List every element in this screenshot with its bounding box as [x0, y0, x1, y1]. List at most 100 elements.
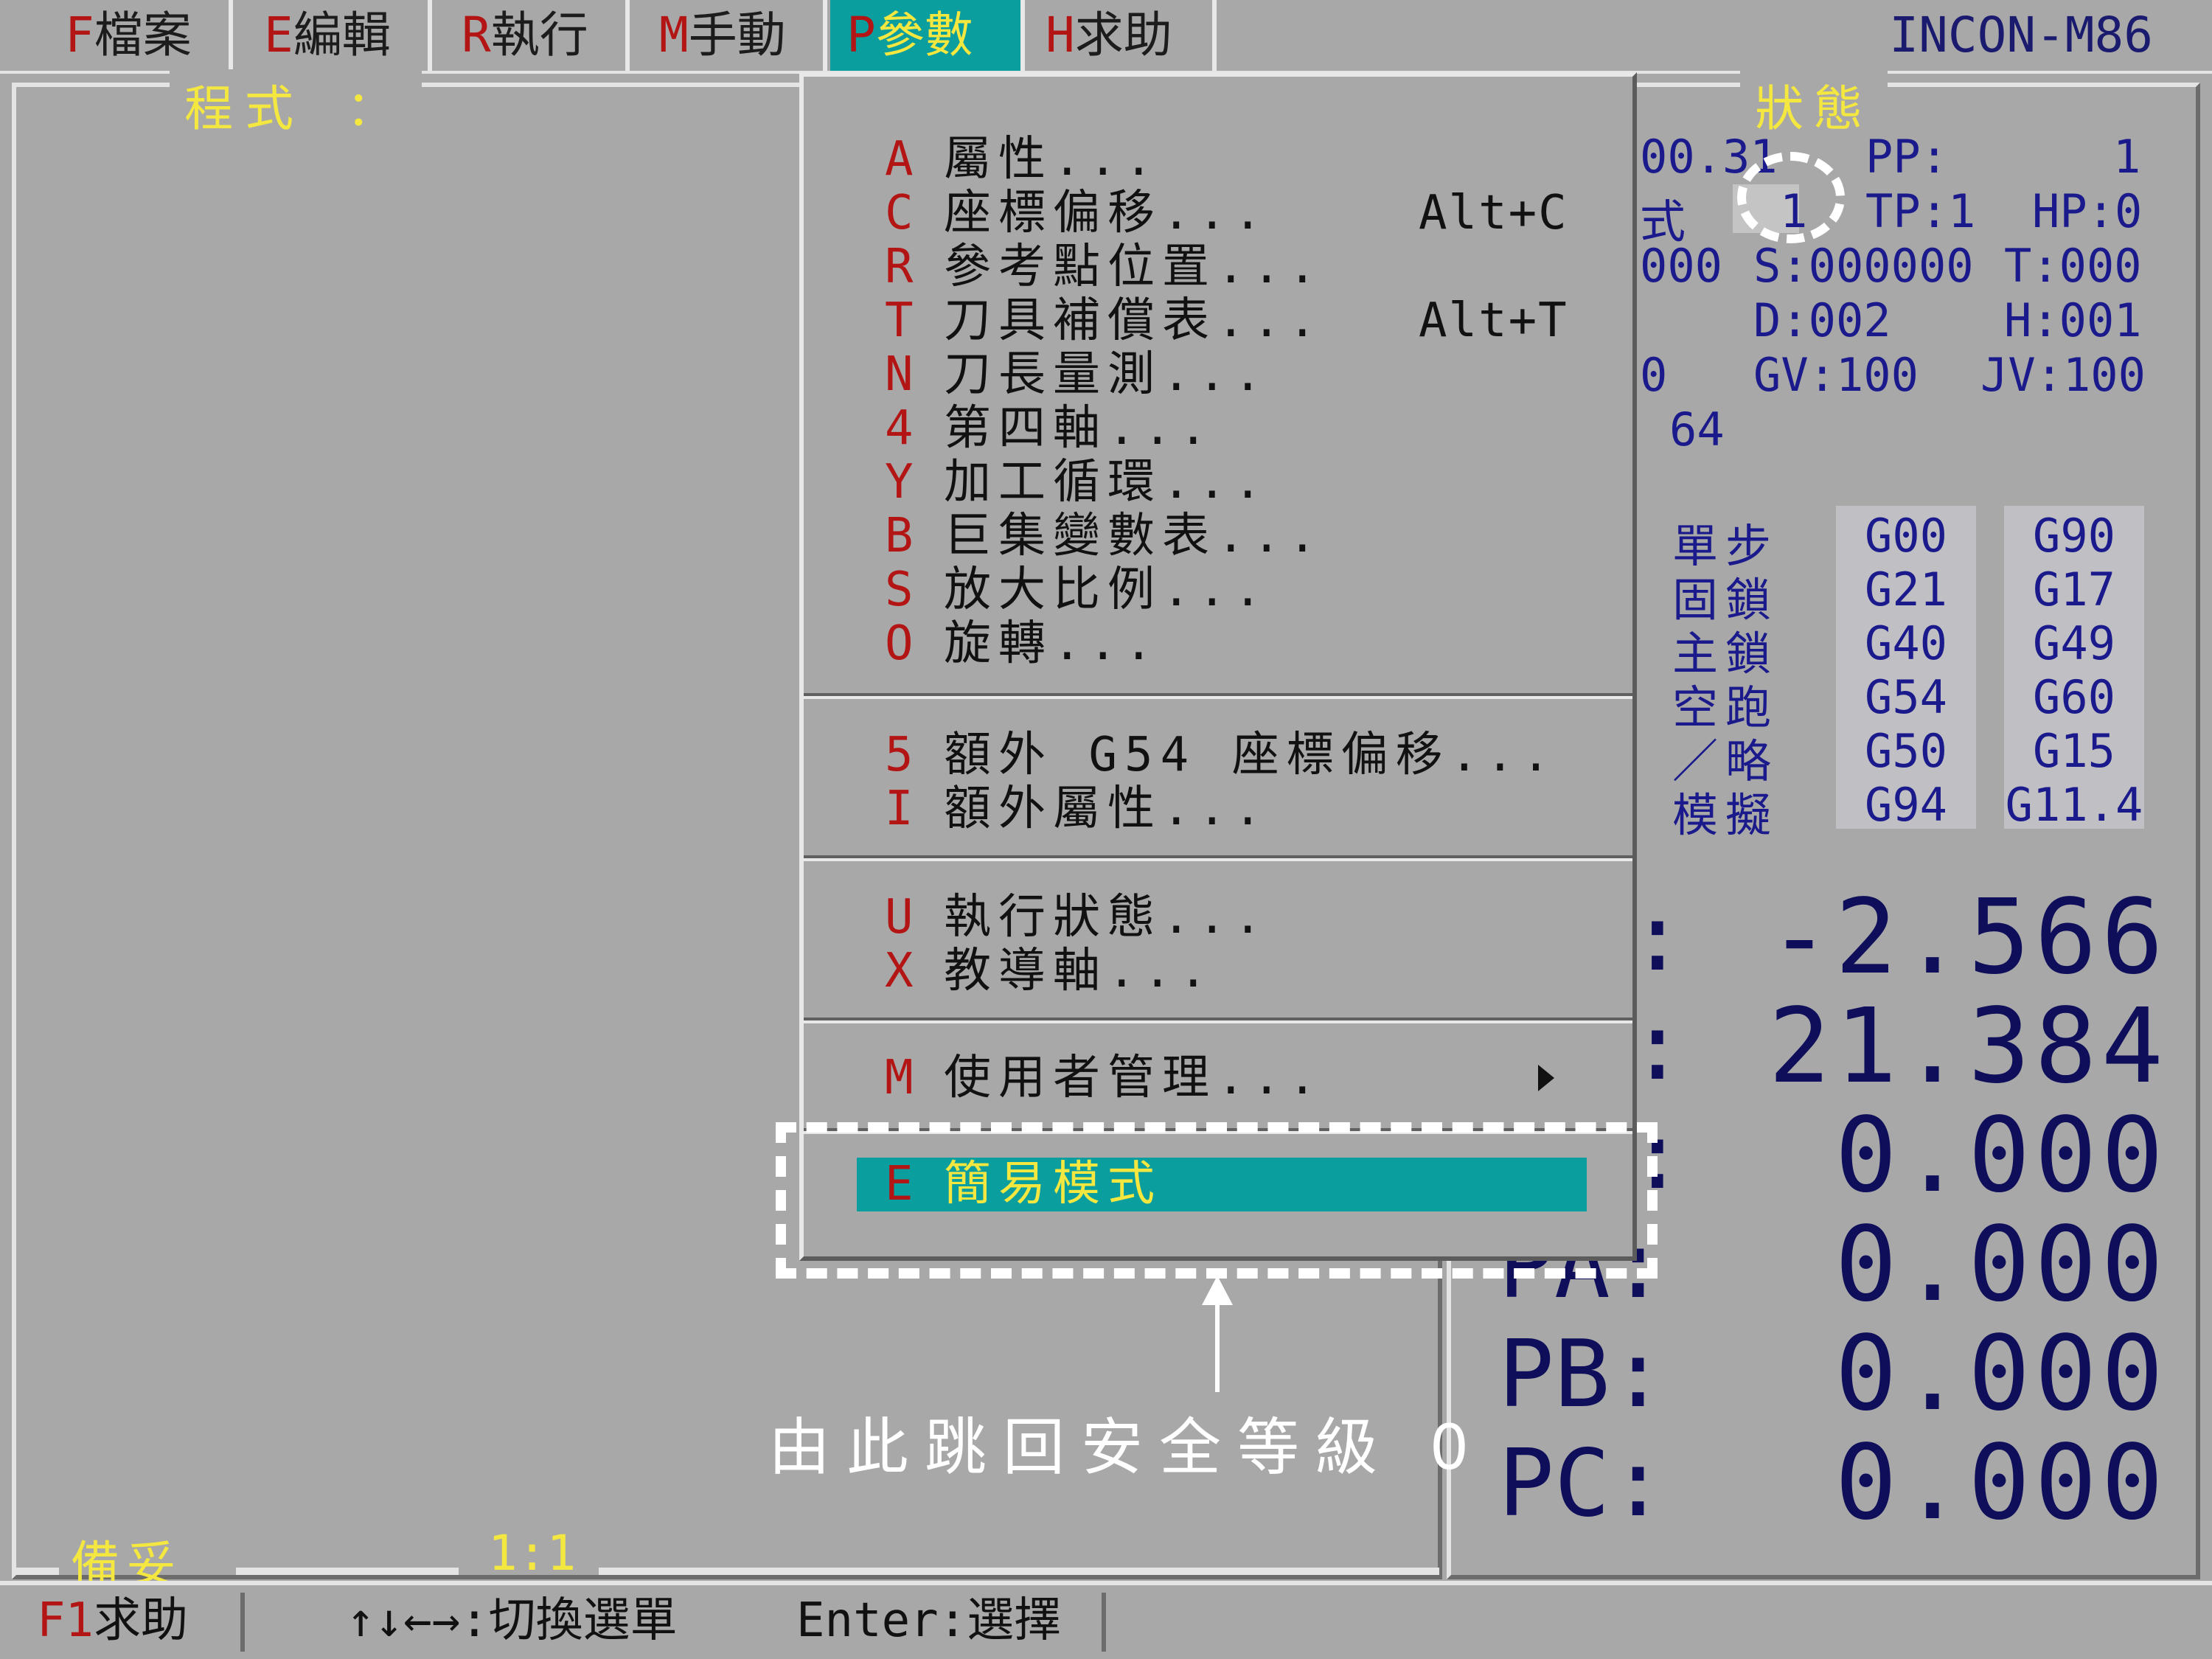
status-divider: [599, 1568, 1439, 1575]
hotkey: C: [885, 186, 914, 240]
menu-parameters-label: 參數: [875, 7, 973, 63]
menu-edit[interactable]: E編輯: [248, 0, 432, 71]
help-f1[interactable]: F1求助: [37, 1585, 188, 1656]
gcode-column-2: G90 G17 G49 G60 G15 G11.4: [2004, 506, 2144, 832]
submenu-arrow-icon: [1538, 1065, 1554, 1091]
status-tool: T:000: [2004, 239, 2142, 293]
hotkey: X: [885, 944, 914, 998]
gcode-value: G54: [1865, 670, 1947, 724]
hotkey: 4: [885, 401, 914, 456]
menu-item-label: 第四軸...: [944, 401, 1215, 456]
annotation-text: 由此跳回安全等級 0: [768, 1411, 1486, 1484]
menu-item-label: 放大比例...: [944, 563, 1270, 617]
status-pp-value: 1: [2113, 130, 2141, 184]
menu-item-label: 加工循環...: [944, 455, 1270, 509]
gcode-value: G60: [2033, 670, 2115, 724]
menu-item-label: 執行狀態...: [944, 890, 1270, 945]
gcode-value: G40: [1865, 616, 1947, 670]
status-h: H:001: [2004, 293, 2142, 347]
menu-help-label: 求助: [1074, 7, 1172, 63]
gcode-value: G90: [2033, 509, 2115, 563]
status-tp: TP:1: [1865, 184, 1976, 238]
annotation-arrow-line: [1215, 1299, 1220, 1392]
axis-value-pc: 0.000: [1834, 1423, 2168, 1543]
menu-item-coordinate-offset[interactable]: C 座標偏移... Alt+C: [804, 187, 1632, 240]
menu-item-fourth-axis[interactable]: 4 第四軸...: [804, 402, 1632, 456]
status-gv: GV:100: [1753, 348, 1919, 402]
menu-help[interactable]: H求助: [1029, 0, 1217, 71]
hotkey: B: [885, 509, 914, 563]
hotkey: 5: [885, 728, 914, 782]
help-enter: Enter:選擇: [796, 1593, 1062, 1648]
program-panel-label: 程式 ：: [170, 69, 422, 140]
menu-item-user-management[interactable]: M 使用者管理...: [804, 1051, 1632, 1105]
shortcut: Alt+T: [1419, 293, 1568, 348]
axis-value-pa: 0.000: [1834, 1205, 2168, 1325]
hotkey: Y: [885, 455, 914, 509]
menu-parameters[interactable]: P參數: [830, 0, 1025, 71]
f1-hotkey: F1: [37, 1593, 94, 1648]
menu-item-teach-axis[interactable]: X 教導軸...: [804, 945, 1632, 998]
hotkey: A: [885, 132, 914, 187]
axis-value-pb: 0.000: [1834, 1314, 2168, 1434]
gcode-value: G15: [2033, 724, 2115, 778]
menu-item-label: 座標偏移...: [944, 186, 1270, 240]
mode-simulate: 模擬: [1672, 788, 1779, 842]
menu-item-macro-variables[interactable]: B 巨集變數表...: [804, 509, 1632, 563]
menu-item-reference-point[interactable]: R 參考點位置...: [804, 240, 1632, 294]
axis-label-pb: PB:: [1498, 1320, 1666, 1428]
menu-help-hotkey: H: [1046, 7, 1075, 63]
axis-value-3: 0.000: [1834, 1096, 2168, 1216]
menu-item-tool-length[interactable]: N 刀長量測...: [804, 348, 1632, 402]
hotkey: O: [885, 616, 914, 671]
hotkey: N: [885, 347, 914, 402]
menu-edit-hotkey: E: [264, 7, 293, 63]
menu-item-label: 屬性...: [944, 132, 1161, 187]
menu-item-attributes[interactable]: A 屬性...: [804, 133, 1632, 187]
hotkey: M: [885, 1051, 914, 1105]
status-spindle: S:000000: [1753, 239, 1974, 293]
menu-item-rotation[interactable]: O 旋轉...: [804, 617, 1632, 671]
menu-item-extra-attributes[interactable]: I 額外屬性...: [804, 782, 1632, 836]
hotkey: T: [885, 293, 914, 348]
gcode-value: G17: [2033, 563, 2115, 616]
menu-manual-hotkey: M: [659, 7, 689, 63]
menu-item-tool-compensation[interactable]: T 刀具補償表... Alt+T: [804, 294, 1632, 348]
shortcut: Alt+C: [1419, 186, 1568, 240]
menu-item-label: 使用者管理...: [944, 1051, 1324, 1105]
annotation-highlight-circle: [1737, 152, 1845, 243]
menu-manual-label: 手動: [688, 7, 786, 63]
menu-item-scaling[interactable]: S 放大比例...: [804, 563, 1632, 617]
gcode-value: G49: [2033, 616, 2115, 670]
menu-item-machining-cycle[interactable]: Y 加工循環...: [804, 456, 1632, 509]
menu-file-label: 檔案: [94, 7, 192, 63]
status-d: D:002: [1753, 293, 1891, 347]
help-divider: [240, 1593, 245, 1652]
parameters-dropdown: A 屬性... C 座標偏移... Alt+C R 參考點位置... T 刀具補償表...…: [799, 72, 1637, 1261]
menu-run-label: 執行: [490, 7, 588, 63]
menu-parameters-hotkey: P: [846, 7, 876, 63]
status-hp: HP:0: [2032, 184, 2143, 238]
status-line5-a: 0: [1640, 348, 1668, 402]
menu-file[interactable]: F檔案: [49, 0, 233, 71]
gcode-value: G50: [1865, 724, 1947, 778]
axis-value-1: -2.566: [1768, 877, 2168, 998]
hotkey: U: [885, 890, 914, 945]
menu-file-hotkey: F: [65, 7, 94, 63]
gcode-value: G00: [1865, 509, 1947, 563]
menu-item-label: 額外屬性...: [944, 782, 1270, 836]
menu-separator: [804, 693, 1632, 699]
menu-separator: [804, 855, 1632, 861]
ratio-status: 1:1: [488, 1525, 577, 1582]
menu-manual[interactable]: M手動: [643, 0, 827, 71]
axis-label-pc: PC:: [1498, 1429, 1666, 1537]
annotation-highlight-box: [776, 1122, 1658, 1279]
menu-item-label: 刀長量測...: [944, 347, 1270, 402]
gcode-column-1: G00 G21 G40 G54 G50 G94: [1836, 506, 1976, 832]
menu-item-extra-g54[interactable]: 5 額外 G54 座標偏移...: [804, 728, 1632, 782]
menu-run[interactable]: R執行: [445, 0, 630, 71]
menu-item-label: 參考點位置...: [944, 240, 1324, 294]
menu-item-execution-status[interactable]: U 執行狀態...: [804, 891, 1632, 945]
status-line3-a: 000: [1640, 239, 1722, 293]
hotkey: R: [885, 240, 914, 294]
